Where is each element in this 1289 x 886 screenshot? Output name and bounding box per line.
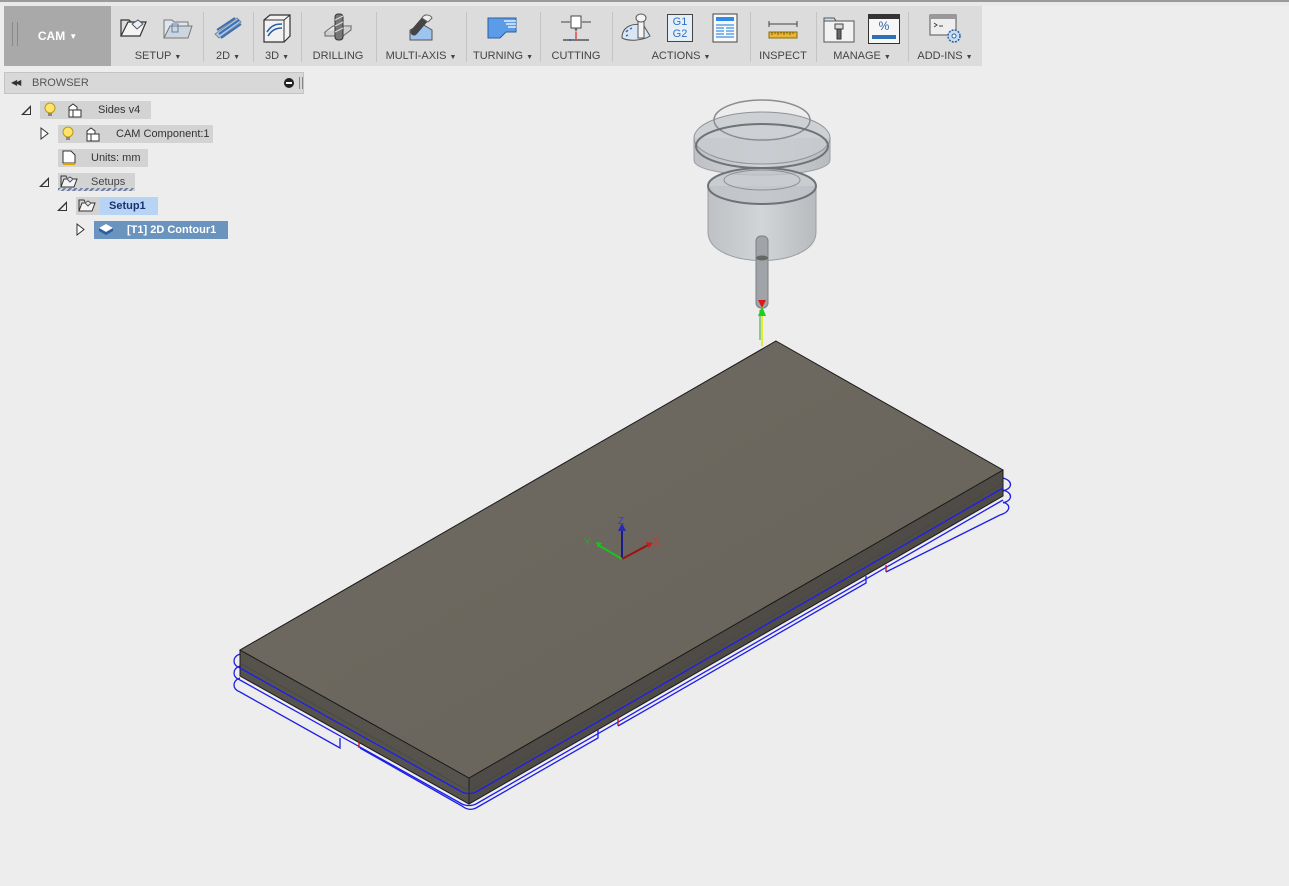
canvas[interactable]: Z X Y [0,0,1289,886]
y-axis-label: Y [584,537,591,548]
stock-body[interactable] [238,340,1005,805]
3d-viewport: Z X Y [0,0,1289,886]
z-axis-label: Z [618,516,624,527]
x-axis-label: X [653,537,660,548]
end-mill[interactable] [755,235,769,309]
